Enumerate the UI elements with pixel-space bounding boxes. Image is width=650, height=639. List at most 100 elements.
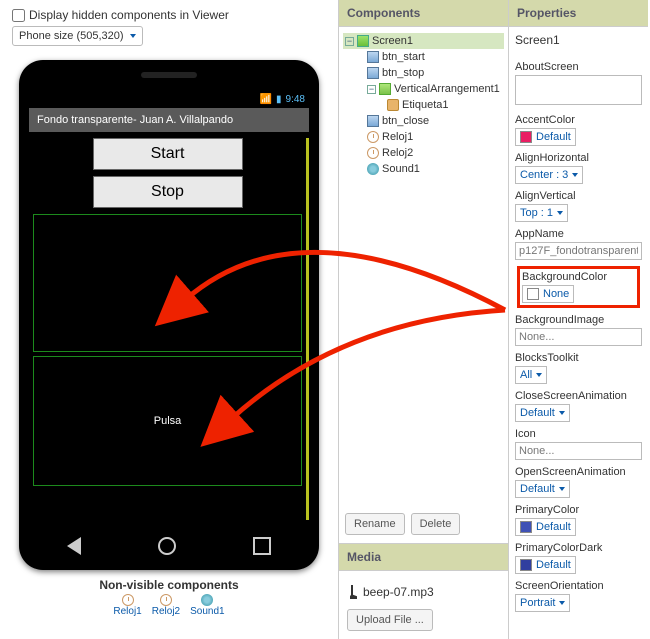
nv-sound1[interactable]: Sound1 (190, 594, 224, 617)
prop-backgroundimage-label: BackgroundImage (515, 314, 642, 326)
tree-reloj2[interactable]: Reloj2 (343, 145, 504, 161)
sound-icon (201, 594, 213, 606)
prop-closescreenanimation-label: CloseScreenAnimation (515, 390, 642, 402)
button-icon (367, 67, 379, 79)
tree-label: Etiqueta1 (402, 99, 448, 111)
prop-blockstoolkit-label: BlocksToolkit (515, 352, 642, 364)
tree-reloj1[interactable]: Reloj1 (343, 129, 504, 145)
app-title-bar: Fondo transparente- Juan A. Villalpando (29, 108, 309, 132)
phone-frame: 📶 ▮ 9:48 Fondo transparente- Juan A. Vil… (19, 60, 319, 570)
nav-home-icon[interactable] (158, 537, 176, 555)
primarycolordark-dropdown[interactable]: Default (515, 556, 576, 574)
audio-file-icon (347, 585, 357, 599)
backgroundimage-input[interactable] (515, 328, 642, 346)
backgroundcolor-highlight-box: BackgroundColor None (517, 266, 640, 308)
tree-sound1[interactable]: Sound1 (343, 161, 504, 177)
app-start-button[interactable]: Start (93, 138, 243, 170)
prop-screenorientation-label: ScreenOrientation (515, 580, 642, 592)
phone-size-selector[interactable]: Phone size (505,320) (12, 26, 143, 46)
chevron-down-icon (557, 211, 563, 215)
dd-value: None (543, 288, 569, 300)
tree-label: Sound1 (382, 163, 420, 175)
screen-icon (357, 35, 369, 47)
color-swatch-icon (527, 288, 539, 300)
tree-label: VerticalArrangement1 (394, 83, 500, 95)
dd-value: Default (536, 131, 571, 143)
nv-reloj2[interactable]: Reloj2 (152, 594, 180, 617)
collapse-icon[interactable]: − (345, 37, 354, 46)
dd-value: All (520, 369, 532, 381)
nv-label: Reloj1 (113, 606, 141, 617)
rename-button[interactable]: Rename (345, 513, 405, 535)
icon-input[interactable] (515, 442, 642, 460)
prop-alignhorizontal-label: AlignHorizontal (515, 152, 642, 164)
prop-openscreenanimation-label: OpenScreenAnimation (515, 466, 642, 478)
color-swatch-icon (520, 559, 532, 571)
pulsa-label: Pulsa (154, 415, 182, 427)
clock-icon (160, 594, 172, 606)
app-stop-button[interactable]: Stop (93, 176, 243, 208)
components-tree: − Screen1 btn_start btn_stop − VerticalA… (339, 27, 508, 185)
appname-input[interactable] (515, 242, 642, 260)
label-icon (387, 99, 399, 111)
tree-label: Screen1 (372, 35, 413, 47)
media-file[interactable]: beep-07.mp3 (347, 585, 500, 599)
dd-value: Top : 1 (520, 207, 553, 219)
openscreenanimation-dropdown[interactable]: Default (515, 480, 570, 498)
prop-alignvertical-label: AlignVertical (515, 190, 642, 202)
prop-accentcolor-label: AccentColor (515, 114, 642, 126)
non-visible-section: Non-visible components Reloj1 Reloj2 Sou… (8, 578, 330, 617)
android-navbar (29, 532, 309, 560)
backgroundcolor-dropdown[interactable]: None (522, 285, 574, 303)
dd-value: Portrait (520, 597, 555, 609)
upload-file-button[interactable]: Upload File ... (347, 609, 433, 631)
collapse-icon[interactable]: − (367, 85, 376, 94)
aboutscreen-input[interactable] (515, 75, 642, 105)
closescreenanimation-dropdown[interactable]: Default (515, 404, 570, 422)
color-swatch-icon (520, 131, 532, 143)
clock-icon (367, 147, 379, 159)
color-swatch-icon (520, 521, 532, 533)
properties-header: Properties (509, 0, 648, 27)
non-visible-header: Non-visible components (99, 578, 238, 592)
alignvertical-dropdown[interactable]: Top : 1 (515, 204, 568, 222)
clock-icon (367, 131, 379, 143)
vertical-arrangement-box[interactable] (33, 214, 302, 352)
nav-recent-icon[interactable] (253, 537, 271, 555)
nv-reloj1[interactable]: Reloj1 (113, 594, 141, 617)
dd-value: Default (520, 483, 555, 495)
blockstoolkit-dropdown[interactable]: All (515, 366, 547, 384)
nav-back-icon[interactable] (67, 537, 81, 555)
prop-primarycolor-label: PrimaryColor (515, 504, 642, 516)
screen-body: Start Stop Pulsa (29, 138, 309, 520)
prop-appname-label: AppName (515, 228, 642, 240)
delete-button[interactable]: Delete (411, 513, 461, 535)
tree-label: Reloj1 (382, 131, 413, 143)
primarycolor-dropdown[interactable]: Default (515, 518, 576, 536)
tree-screen1[interactable]: − Screen1 (343, 33, 504, 49)
chevron-down-icon (130, 34, 136, 38)
dd-value: Default (536, 559, 571, 571)
phone-speaker (141, 72, 197, 78)
media-box: beep-07.mp3 Upload File ... (339, 571, 508, 639)
viewer-panel: Display hidden components in Viewer Phon… (0, 0, 338, 639)
tree-btn-start[interactable]: btn_start (343, 49, 504, 65)
components-header: Components (339, 0, 508, 27)
nv-label: Reloj2 (152, 606, 180, 617)
tree-vertical-arrangement[interactable]: − VerticalArrangement1 (343, 81, 504, 97)
btn-close-box[interactable]: Pulsa (33, 356, 302, 486)
tree-btn-close[interactable]: btn_close (343, 113, 504, 129)
wifi-icon: 📶 (260, 94, 272, 105)
accentcolor-dropdown[interactable]: Default (515, 128, 576, 146)
phone-size-label: Phone size (505,320) (19, 30, 124, 42)
tree-etiqueta1[interactable]: Etiqueta1 (343, 97, 504, 113)
prop-icon-label: Icon (515, 428, 642, 440)
display-hidden-checkbox[interactable] (12, 9, 25, 22)
media-header: Media (339, 543, 508, 571)
alignhorizontal-dropdown[interactable]: Center : 3 (515, 166, 583, 184)
prop-backgroundcolor-label: BackgroundColor (522, 271, 635, 283)
layout-icon (379, 83, 391, 95)
tree-btn-stop[interactable]: btn_stop (343, 65, 504, 81)
screenorientation-dropdown[interactable]: Portrait (515, 594, 570, 612)
chevron-down-icon (572, 173, 578, 177)
